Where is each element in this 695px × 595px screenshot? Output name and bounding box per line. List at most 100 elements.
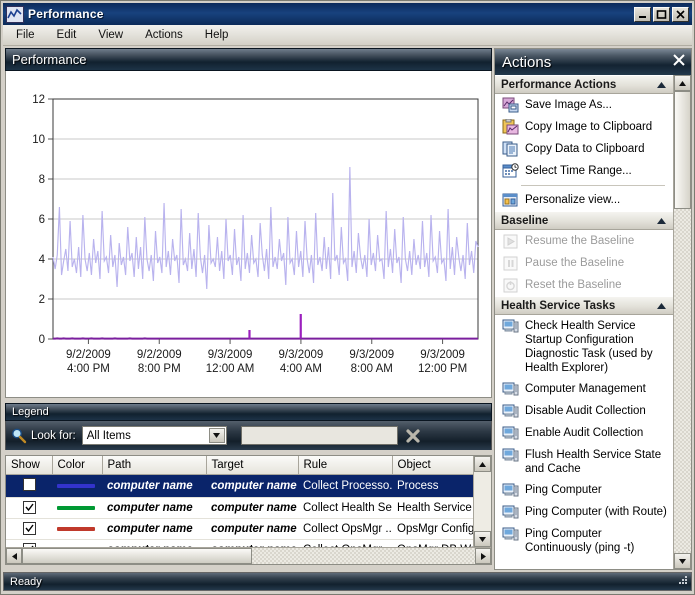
legend-show-checkbox[interactable]: [6, 518, 52, 540]
computer-task-icon: [502, 504, 519, 520]
minimize-button[interactable]: [634, 6, 651, 22]
column-header-show[interactable]: Show: [6, 456, 53, 475]
legend-grid-body: Show Color Path Target Rule Object compu…: [6, 456, 473, 547]
column-header-rule[interactable]: Rule: [298, 456, 393, 475]
action-item[interactable]: Select Time Range...: [495, 160, 673, 182]
legend-path-cell: computer name: [102, 497, 206, 519]
action-item[interactable]: Flush Health Service State and Cache: [495, 444, 673, 479]
close-button[interactable]: [672, 6, 689, 22]
copy-data-clipboard-icon: [502, 141, 519, 157]
legend-table: Show Color Path Target Rule Object compu…: [6, 456, 473, 547]
menu-file[interactable]: File: [7, 27, 44, 43]
actions-pane-header: Actions: [495, 49, 691, 75]
action-item-label: Pause the Baseline: [525, 257, 625, 269]
actions-scroll-thumb[interactable]: [674, 91, 691, 209]
action-item-label: Enable Audit Collection: [525, 427, 644, 439]
legend-show-checkbox[interactable]: [6, 497, 52, 519]
action-item-label: Save Image As...: [525, 99, 612, 111]
scroll-left-button[interactable]: [6, 548, 22, 564]
svg-text:12:00 PM: 12:00 PM: [418, 363, 467, 375]
legend-object-cell: Process: [392, 474, 473, 498]
action-item-label: Select Time Range...: [525, 165, 632, 177]
actions-group-header[interactable]: Baseline: [495, 211, 673, 230]
performance-chart-icon: [6, 5, 24, 23]
chevron-down-icon[interactable]: [208, 428, 225, 443]
chart-canvas[interactable]: 0 2 4 6 8 10 12 9/2/2009 4:00 PM 9/2/2009 8:00 PM 9…: [6, 71, 491, 396]
legend-target-cell: computer name: [206, 497, 298, 519]
svg-text:0: 0: [39, 334, 45, 346]
svg-text:9/2/2009: 9/2/2009: [137, 349, 182, 361]
horizontal-scroll-thumb[interactable]: [22, 548, 252, 564]
menu-actions[interactable]: Actions: [136, 27, 192, 43]
scroll-down-button[interactable]: [474, 531, 491, 547]
action-item[interactable]: Copy Data to Clipboard: [495, 138, 673, 160]
performance-chart[interactable]: 0 2 4 6 8 10 12 9/2/2009 4:00 PM 9/2/2009 8:00 PM 9…: [5, 71, 492, 398]
chevron-up-icon[interactable]: [657, 215, 666, 227]
status-bar: Ready: [3, 572, 692, 591]
computer-task-icon: [502, 403, 519, 419]
legend-horizontal-scrollbar[interactable]: [6, 547, 491, 564]
actions-group-header[interactable]: Health Service Tasks: [495, 296, 673, 315]
actions-scroll-track[interactable]: [674, 209, 691, 553]
action-item[interactable]: Computer Management: [495, 378, 673, 400]
clear-search-button[interactable]: [402, 426, 424, 446]
action-item-label: Disable Audit Collection: [525, 405, 646, 417]
actions-group-title: Performance Actions: [501, 78, 617, 91]
close-icon[interactable]: [673, 53, 685, 71]
menu-help[interactable]: Help: [196, 27, 238, 43]
menu-edit[interactable]: Edit: [48, 27, 86, 43]
action-item-label: Ping Computer (with Route): [525, 506, 667, 518]
table-row[interactable]: computer name computer name Collect Health…: [6, 497, 473, 519]
actions-vertical-scrollbar[interactable]: [673, 75, 691, 569]
svg-text:12:00 AM: 12:00 AM: [206, 363, 255, 375]
svg-text:10: 10: [32, 134, 45, 146]
action-item[interactable]: Ping Computer Continuously (ping -t): [495, 523, 673, 558]
svg-text:4: 4: [39, 254, 46, 266]
action-item[interactable]: Save Image As...: [495, 94, 673, 116]
legend-target-cell: computer name: [206, 518, 298, 540]
horizontal-scroll-track[interactable]: [252, 548, 475, 564]
chevron-up-icon[interactable]: [657, 300, 666, 312]
column-header-target[interactable]: Target: [206, 456, 299, 475]
filter-dropdown[interactable]: All Items: [81, 426, 227, 445]
actions-group-header[interactable]: Performance Actions: [495, 75, 673, 94]
maximize-button[interactable]: [653, 6, 670, 22]
chevron-up-icon[interactable]: [657, 79, 666, 91]
action-item[interactable]: Ping Computer: [495, 479, 673, 501]
computer-task-icon: [502, 425, 519, 441]
table-row[interactable]: computer namecomputer nameCollect OpsMgr…: [6, 539, 473, 547]
legend-search-bar: Look for: All Items: [5, 421, 492, 450]
column-header-color[interactable]: Color: [52, 456, 103, 475]
scroll-up-button[interactable]: [474, 456, 491, 472]
table-row[interactable]: computer name computer name Collect Proces…: [6, 474, 473, 498]
action-item-label: Check Health Service Startup Configurati…: [525, 320, 653, 374]
actions-scroll-down-button[interactable]: [674, 553, 691, 569]
action-item[interactable]: Disable Audit Collection: [495, 400, 673, 422]
action-item[interactable]: Ping Computer (with Route): [495, 501, 673, 523]
resize-grip[interactable]: [676, 573, 689, 591]
actions-scroll-up-button[interactable]: [674, 75, 691, 91]
legend-vertical-scrollbar[interactable]: [473, 456, 491, 547]
svg-text:9/2/2009: 9/2/2009: [66, 349, 111, 361]
action-item[interactable]: Copy Image to Clipboard: [495, 116, 673, 138]
table-row[interactable]: computer namecomputer nameCollect OpsMgr…: [6, 518, 473, 540]
scroll-right-button[interactable]: [475, 548, 491, 564]
svg-text:2: 2: [39, 294, 45, 306]
menu-bar: File Edit View Actions Help: [3, 25, 692, 46]
legend-show-checkbox[interactable]: [6, 539, 52, 547]
search-input[interactable]: [240, 426, 398, 445]
action-item[interactable]: Check Health Service Startup Configurati…: [495, 315, 673, 378]
scroll-track[interactable]: [474, 472, 491, 531]
play-icon: [502, 233, 519, 249]
actions-group-title: Health Service Tasks: [501, 299, 616, 312]
legend-show-checkbox[interactable]: [6, 474, 52, 498]
menu-view[interactable]: View: [89, 27, 132, 43]
legend-grid: Show Color Path Target Rule Object compu…: [5, 455, 492, 565]
action-item-label: Flush Health Service State and Cache: [525, 449, 662, 475]
action-item[interactable]: Personalize view...: [495, 189, 673, 211]
legend-section: Legend Look for: All Items Show Color Pa…: [5, 403, 492, 570]
column-header-object[interactable]: Object: [392, 456, 473, 475]
computer-task-icon: [502, 318, 519, 334]
column-header-path[interactable]: Path: [102, 456, 207, 475]
action-item[interactable]: Enable Audit Collection: [495, 422, 673, 444]
